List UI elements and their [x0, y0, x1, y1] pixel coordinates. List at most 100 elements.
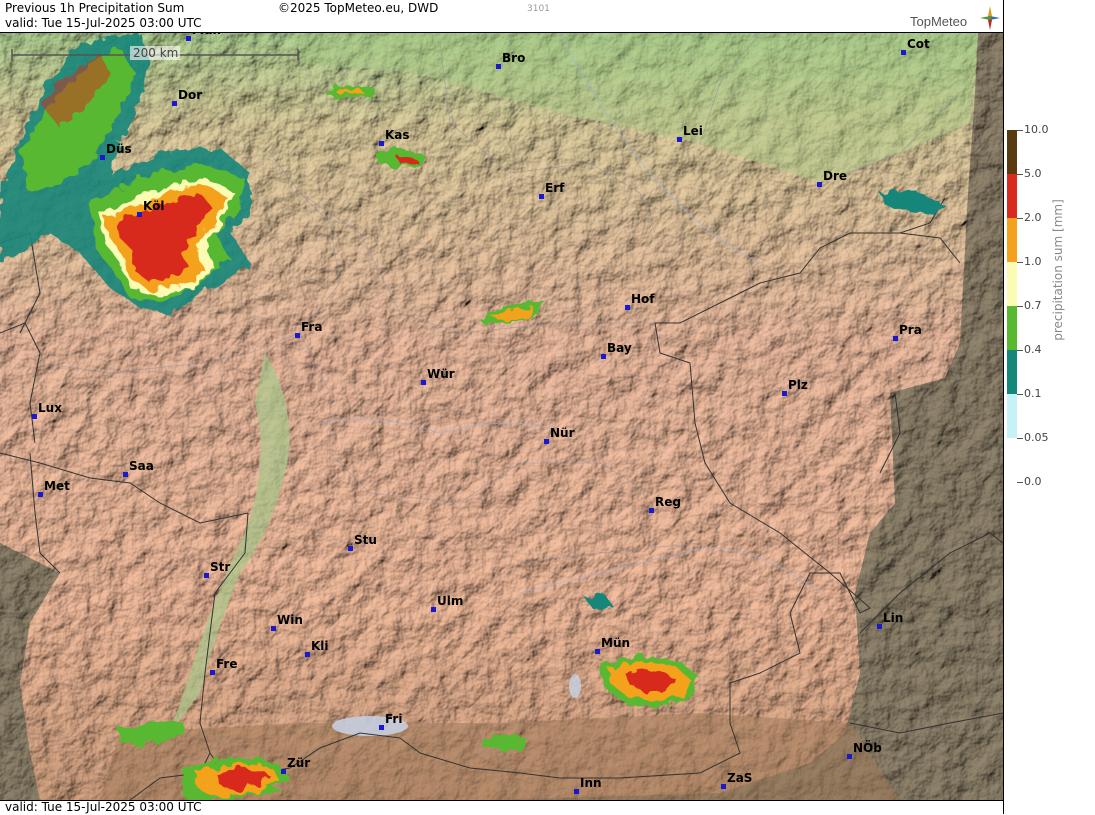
- city-dot: [172, 101, 177, 106]
- city-label: Lin: [883, 611, 903, 625]
- map-canvas: 200 km Mün Bro Cot Dor Kas Lei Düs Dre Erf Köl Hof…: [0, 33, 1003, 800]
- city-label: Dre: [823, 169, 847, 183]
- city-dot: [847, 754, 852, 759]
- city-label: Win: [277, 613, 303, 627]
- city-label: Düs: [106, 142, 132, 156]
- legend-level-label: 10.0: [1024, 123, 1049, 136]
- legend-tick: [1017, 306, 1023, 307]
- city-dot: [137, 212, 142, 217]
- legend-color-box: [1007, 130, 1017, 174]
- legend-color-box: [1007, 174, 1017, 218]
- city-dot: [123, 472, 128, 477]
- city-dot: [295, 333, 300, 338]
- city-label: Saa: [129, 459, 154, 473]
- city-label: Köl: [143, 199, 164, 213]
- map-footer: valid: Tue 15-Jul-2025 03:00 UTC: [0, 800, 1003, 815]
- footer-valid-time: valid: Tue 15-Jul-2025 03:00 UTC: [5, 800, 202, 814]
- city-label: Fra: [301, 320, 322, 334]
- city-dot: [496, 64, 501, 69]
- city-label: Kli: [311, 639, 329, 653]
- city-dot: [204, 573, 209, 578]
- city-label: Reg: [655, 495, 681, 509]
- city-dot: [544, 439, 549, 444]
- city-label: Lux: [38, 401, 62, 415]
- map-title: Previous 1h Precipitation Sum: [5, 1, 185, 15]
- legend-color-box: [1007, 350, 1017, 394]
- legend-axis-title: precipitation sum [mm]: [1051, 199, 1065, 341]
- legend-level-label: 5.0: [1024, 167, 1042, 180]
- city-label: Mün: [601, 636, 630, 650]
- city-dot: [431, 607, 436, 612]
- legend-tick: [1017, 218, 1023, 219]
- precipitation-legend: 10.0 5.0 2.0 1.0 0.7 0.4 0.1 0.05 0.0 precipitat…: [1004, 0, 1095, 814]
- city-dot: [817, 182, 822, 187]
- city-label: Zür: [287, 756, 310, 770]
- city-dot: [305, 652, 310, 657]
- legend-color-box: [1007, 306, 1017, 350]
- city-label: Erf: [545, 181, 565, 195]
- legend-level-label: 0.05: [1024, 431, 1049, 444]
- city-label: Str: [210, 560, 230, 574]
- legend-level-label: 0.7: [1024, 299, 1042, 312]
- city-label: Mün: [192, 33, 221, 37]
- copyright: ©2025 TopMeteo.eu, DWD: [278, 1, 439, 15]
- scale-bar-label: 200 km: [133, 46, 178, 60]
- city-dot: [421, 380, 426, 385]
- legend-level-label: 0.4: [1024, 343, 1042, 356]
- city-dot: [649, 508, 654, 513]
- city-dot: [348, 546, 353, 551]
- city-label: Cot: [907, 37, 930, 51]
- city-dot: [379, 141, 384, 146]
- city-label: Wür: [427, 367, 455, 381]
- city-label: Fre: [216, 657, 238, 671]
- legend-tick: [1017, 130, 1023, 131]
- city-dot: [877, 624, 882, 629]
- city-dot: [782, 391, 787, 396]
- city-dot: [186, 36, 191, 41]
- city-label: ZaS: [727, 771, 752, 785]
- precipitation-map[interactable]: 200 km Mün Bro Cot Dor Kas Lei Düs Dre Erf Köl Hof…: [0, 33, 1003, 800]
- city-label: Ulm: [437, 594, 463, 608]
- legend-level-label: 0.1: [1024, 387, 1042, 400]
- city-dot: [601, 354, 606, 359]
- logo-text: TopMeteo: [910, 14, 968, 29]
- city-dot: [677, 137, 682, 142]
- city-label: Met: [44, 479, 70, 493]
- city-dot: [893, 336, 898, 341]
- city-dot: [625, 305, 630, 310]
- legend-axis-title-wrap: precipitation sum [mm]: [1051, 199, 1087, 341]
- city-dot: [721, 784, 726, 789]
- legend-tick: [1017, 174, 1023, 175]
- legend-level-label: 0.0: [1024, 475, 1042, 488]
- city-label: Dor: [178, 88, 202, 102]
- compass-rose-icon: [980, 6, 1000, 30]
- city-dot: [901, 50, 906, 55]
- map-header: Previous 1h Precipitation Sum valid: Tue…: [0, 0, 1003, 33]
- city-label: Inn: [580, 776, 602, 790]
- lake: [569, 674, 581, 698]
- city-label: Fri: [385, 712, 402, 726]
- city-dot: [595, 649, 600, 654]
- valid-time: valid: Tue 15-Jul-2025 03:00 UTC: [5, 16, 202, 30]
- legend-color-box: [1007, 394, 1017, 438]
- legend-level-label: 2.0: [1024, 211, 1042, 224]
- legend-tick: [1017, 262, 1023, 263]
- topmeteo-logo: TopMeteo: [908, 6, 1000, 30]
- city-dot: [32, 414, 37, 419]
- city-label: Stu: [354, 533, 377, 547]
- city-label: Pra: [899, 323, 922, 337]
- city-label: Plz: [788, 378, 808, 392]
- product-code: 3101: [527, 4, 550, 14]
- city-label: Lei: [683, 124, 703, 138]
- city-label: Kas: [385, 128, 410, 142]
- city-label: Bay: [607, 341, 632, 355]
- city-dot: [539, 194, 544, 199]
- city-dot: [281, 769, 286, 774]
- city-label: Bro: [502, 51, 525, 65]
- legend-tick: [1017, 482, 1023, 483]
- legend-level-label: 1.0: [1024, 255, 1042, 268]
- legend-color-box: [1007, 262, 1017, 306]
- city-dot: [271, 626, 276, 631]
- city-label: Nür: [550, 426, 575, 440]
- legend-color-box: [1007, 218, 1017, 262]
